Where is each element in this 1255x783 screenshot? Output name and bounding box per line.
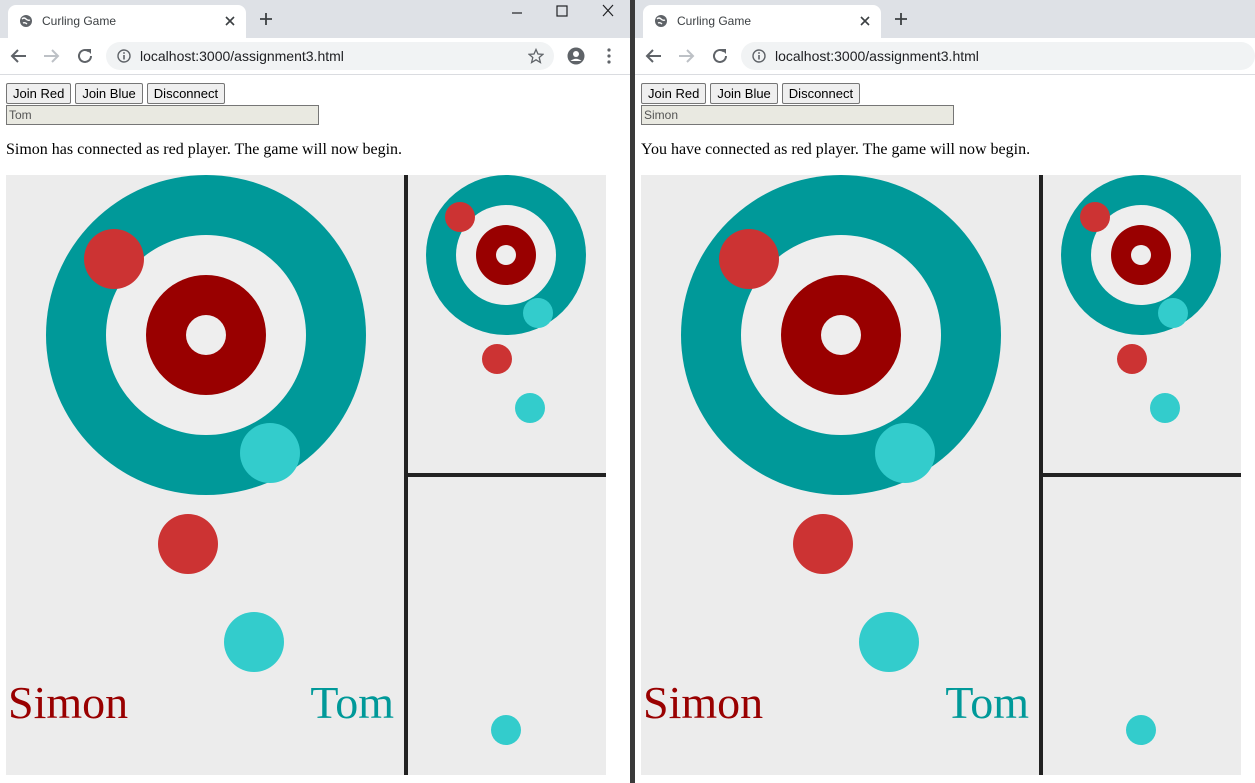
join-red-button[interactable]: Join Red bbox=[6, 83, 72, 104]
button-row: Join Red Join Blue Disconnect bbox=[641, 83, 864, 105]
house-button bbox=[821, 315, 861, 355]
new-tab-icon[interactable] bbox=[258, 11, 274, 27]
mini-blue-stone bbox=[1150, 393, 1180, 423]
panel-divider-horizontal bbox=[408, 473, 606, 477]
player-name-input[interactable] bbox=[641, 105, 954, 125]
mini-red-stone bbox=[1080, 202, 1110, 232]
browser-toolbar: localhost:3000/assignment3.html bbox=[0, 38, 630, 75]
browser-window-left: Curling Game localhost:3000/assignment3.… bbox=[0, 0, 630, 783]
mini-red-stone bbox=[445, 202, 475, 232]
mini-red-stone bbox=[1117, 344, 1147, 374]
back-arrow-icon[interactable] bbox=[645, 47, 663, 65]
disconnect-button[interactable]: Disconnect bbox=[781, 83, 861, 104]
mini-blue-stone bbox=[523, 298, 553, 328]
join-red-button[interactable]: Join Red bbox=[641, 83, 707, 104]
reload-icon[interactable] bbox=[711, 47, 729, 65]
mini-house-button bbox=[496, 245, 516, 265]
close-window-icon[interactable] bbox=[600, 4, 616, 18]
page-content: Join RedJoin BlueDisconnect Simon has co… bbox=[0, 75, 630, 783]
globe-icon bbox=[655, 15, 667, 27]
blue-player-name: Tom bbox=[945, 677, 1029, 728]
panel-divider-vertical bbox=[1039, 175, 1043, 775]
reload-icon[interactable] bbox=[76, 47, 94, 65]
status-message: You have connected as red player. The ga… bbox=[641, 141, 1031, 158]
join-blue-button[interactable]: Join Blue bbox=[710, 83, 778, 104]
tab-strip: Curling Game bbox=[635, 0, 1255, 38]
account-icon[interactable] bbox=[567, 47, 585, 65]
address-bar[interactable]: localhost:3000/assignment3.html bbox=[106, 42, 554, 70]
info-icon[interactable] bbox=[117, 49, 131, 63]
tab-strip: Curling Game bbox=[0, 0, 630, 38]
url-text: localhost:3000/assignment3.html bbox=[775, 48, 979, 64]
page-content: Join RedJoin BlueDisconnect You have con… bbox=[635, 75, 1255, 783]
red-stone bbox=[84, 229, 144, 289]
browser-tab[interactable]: Curling Game bbox=[643, 5, 881, 38]
red-player-name: Simon bbox=[643, 677, 763, 728]
browser-window-right: Curling Game localhost:3000/assignment3.… bbox=[635, 0, 1255, 783]
blue-player-name: Tom bbox=[310, 677, 394, 728]
maximize-icon[interactable] bbox=[554, 4, 570, 18]
new-tab-icon[interactable] bbox=[893, 11, 909, 27]
close-tab-icon[interactable] bbox=[223, 14, 237, 28]
status-message: Simon has connected as red player. The g… bbox=[6, 141, 403, 158]
mini-blue-stone bbox=[515, 393, 545, 423]
blue-stone bbox=[875, 423, 935, 483]
disconnect-button[interactable]: Disconnect bbox=[146, 83, 226, 104]
close-tab-icon[interactable] bbox=[858, 14, 872, 28]
shooting-blue-stone bbox=[491, 715, 521, 745]
mini-blue-stone bbox=[1158, 298, 1188, 328]
blue-stone bbox=[240, 423, 300, 483]
tab-title: Curling Game bbox=[677, 14, 752, 28]
forward-arrow-icon[interactable] bbox=[677, 47, 695, 65]
info-icon[interactable] bbox=[752, 49, 766, 63]
back-arrow-icon[interactable] bbox=[10, 47, 28, 65]
browser-toolbar: localhost:3000/assignment3.html bbox=[635, 38, 1255, 75]
curling-canvas[interactable]: Simon Tom bbox=[6, 175, 606, 775]
curling-canvas[interactable]: Simon Tom bbox=[641, 175, 1241, 775]
bookmark-star-icon[interactable] bbox=[528, 48, 544, 64]
tab-title: Curling Game bbox=[42, 14, 117, 28]
house-button bbox=[186, 315, 226, 355]
red-stone bbox=[719, 229, 779, 289]
panel-divider-vertical bbox=[404, 175, 408, 775]
forward-arrow-icon[interactable] bbox=[42, 47, 60, 65]
panel-divider-horizontal bbox=[1043, 473, 1241, 477]
button-row: Join Red Join Blue Disconnect bbox=[6, 83, 229, 105]
mini-red-stone bbox=[482, 344, 512, 374]
join-blue-button[interactable]: Join Blue bbox=[75, 83, 143, 104]
url-text: localhost:3000/assignment3.html bbox=[140, 48, 344, 64]
player-name-input[interactable] bbox=[6, 105, 319, 125]
mini-house-button bbox=[1131, 245, 1151, 265]
blue-stone bbox=[224, 612, 284, 672]
minimize-icon[interactable] bbox=[509, 4, 525, 18]
globe-icon bbox=[20, 15, 32, 27]
browser-tab[interactable]: Curling Game bbox=[8, 5, 246, 38]
menu-dots-icon[interactable] bbox=[606, 47, 612, 65]
red-player-name: Simon bbox=[8, 677, 128, 728]
address-bar[interactable]: localhost:3000/assignment3.html bbox=[741, 42, 1255, 70]
red-stone bbox=[158, 514, 218, 574]
blue-stone bbox=[859, 612, 919, 672]
shooting-blue-stone bbox=[1126, 715, 1156, 745]
red-stone bbox=[793, 514, 853, 574]
